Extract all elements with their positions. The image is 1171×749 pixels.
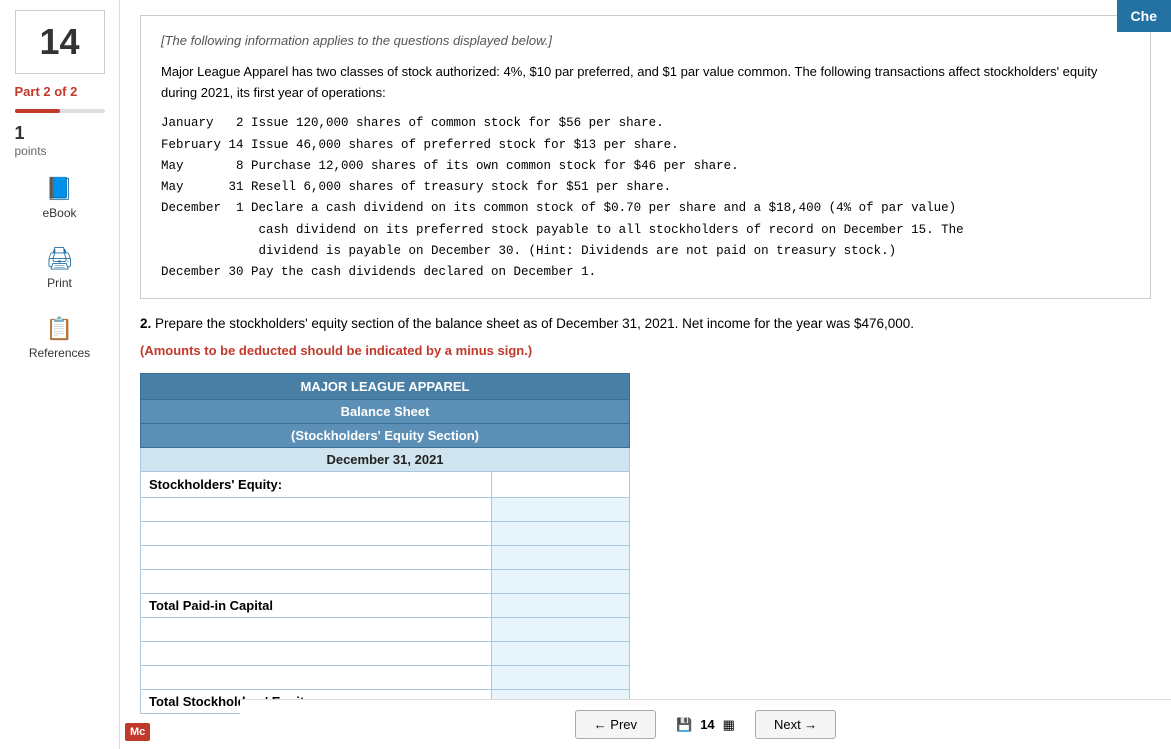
total-paid-in-capital-label: Total Paid-in Capital <box>141 593 492 617</box>
sidebar: 14 Part 2 of 2 1 points 📘 eBook 🖨 Print … <box>0 0 120 749</box>
row-label-input-1[interactable] <box>149 502 483 517</box>
row-value-3[interactable] <box>492 545 630 569</box>
row-label-input-4[interactable] <box>149 574 483 589</box>
print-label: Print <box>47 276 72 290</box>
info-body: Major League Apparel has two classes of … <box>161 62 1130 104</box>
row-label-6[interactable] <box>141 641 492 665</box>
row-value-input-3[interactable] <box>500 550 621 565</box>
table-row <box>141 569 630 593</box>
bs-section-row: (Stockholders' Equity Section) <box>141 423 630 447</box>
bs-date: December 31, 2021 <box>141 447 630 471</box>
print-button[interactable]: 🖨 Print <box>15 238 105 298</box>
points-label: points <box>15 144 105 158</box>
bs-company-name-row: MAJOR LEAGUE APPAREL <box>141 373 630 399</box>
info-box: [The following information applies to th… <box>140 15 1151 299</box>
row-label-input-6[interactable] <box>149 646 483 661</box>
ebook-button[interactable]: 📘 eBook <box>15 168 105 228</box>
prev-button[interactable]: ← Prev <box>575 710 656 739</box>
next-button[interactable]: Next → <box>755 710 836 739</box>
bs-title-row: Balance Sheet <box>141 399 630 423</box>
row-label-2[interactable] <box>141 521 492 545</box>
balance-sheet-wrapper: MAJOR LEAGUE APPAREL Balance Sheet (Stoc… <box>140 373 630 714</box>
part-progress-fill <box>15 109 60 113</box>
hint-text: (Amounts to be deducted should be indica… <box>140 343 1151 358</box>
print-icon: 🖨 <box>46 246 74 272</box>
row-value-6[interactable] <box>492 641 630 665</box>
stockholders-equity-label-row: Stockholders' Equity: <box>141 471 630 497</box>
row-value-input-1[interactable] <box>500 502 621 517</box>
ebook-label: eBook <box>42 206 76 220</box>
table-row <box>141 617 630 641</box>
mc-logo: Mc <box>125 723 150 741</box>
row-value-input-7[interactable] <box>500 670 621 685</box>
row-label-input-2[interactable] <box>149 526 483 541</box>
row-value-1[interactable] <box>492 497 630 521</box>
row-value-4[interactable] <box>492 569 630 593</box>
row-label-5[interactable] <box>141 617 492 641</box>
table-row <box>141 641 630 665</box>
bs-title: Balance Sheet <box>141 399 630 423</box>
row-label-1[interactable] <box>141 497 492 521</box>
row-label-7[interactable] <box>141 665 492 689</box>
table-row <box>141 545 630 569</box>
references-button[interactable]: 📋 References <box>15 308 105 368</box>
question-text: 2. Prepare the stockholders' equity sect… <box>140 314 1151 334</box>
bs-company-name: MAJOR LEAGUE APPAREL <box>141 373 630 399</box>
row-value-2[interactable] <box>492 521 630 545</box>
bs-section: (Stockholders' Equity Section) <box>141 423 630 447</box>
points-section: 1 points <box>15 123 105 158</box>
total-paid-in-capital-row: Total Paid-in Capital <box>141 593 630 617</box>
table-row <box>141 497 630 521</box>
references-icon: 📋 <box>46 316 73 342</box>
stockholders-equity-value[interactable] <box>492 471 630 497</box>
part-label: Part 2 of 2 <box>15 84 105 99</box>
row-value-input-2[interactable] <box>500 526 621 541</box>
intro-text: [The following information applies to th… <box>161 31 1130 52</box>
row-label-4[interactable] <box>141 569 492 593</box>
transactions-list: January 2 Issue 120,000 shares of common… <box>161 113 1130 283</box>
points-value: 1 <box>15 123 105 144</box>
row-value-input-4[interactable] <box>500 574 621 589</box>
part-progress-bar-container <box>15 109 105 113</box>
grid-icon: ▦ <box>723 717 735 733</box>
check-button[interactable]: Che <box>1117 0 1171 32</box>
total-paid-in-capital-value[interactable] <box>492 593 630 617</box>
row-label-input-7[interactable] <box>149 670 483 685</box>
row-value-input-6[interactable] <box>500 646 621 661</box>
bs-date-row: December 31, 2021 <box>141 447 630 471</box>
balance-sheet-table: MAJOR LEAGUE APPAREL Balance Sheet (Stoc… <box>140 373 630 714</box>
main-content: [The following information applies to th… <box>120 0 1171 749</box>
row-label-input-5[interactable] <box>149 622 483 637</box>
total-paid-in-capital-input[interactable] <box>500 598 621 613</box>
references-label: References <box>29 346 90 360</box>
bottom-navigation-bar: ← Prev 💾 14 ▦ Next → <box>240 699 1171 749</box>
ebook-icon: 📘 <box>46 176 73 202</box>
table-row <box>141 665 630 689</box>
stockholders-equity-label: Stockholders' Equity: <box>141 471 492 497</box>
table-row <box>141 521 630 545</box>
row-label-3[interactable] <box>141 545 492 569</box>
row-value-7[interactable] <box>492 665 630 689</box>
stockholders-equity-input[interactable] <box>500 477 621 492</box>
row-value-5[interactable] <box>492 617 630 641</box>
page-indicator-group: 💾 14 ▦ <box>676 717 735 733</box>
page-number: 14 <box>700 717 714 732</box>
row-label-input-3[interactable] <box>149 550 483 565</box>
save-icon: 💾 <box>676 717 692 733</box>
row-value-input-5[interactable] <box>500 622 621 637</box>
question-number: 14 <box>15 10 105 74</box>
